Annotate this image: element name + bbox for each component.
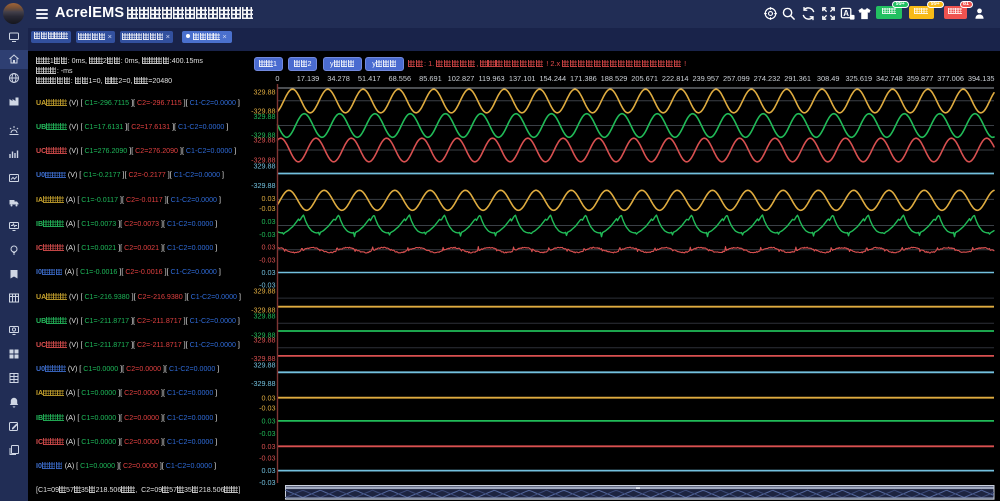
svg-text:-329.88: -329.88 [251,379,275,388]
svg-text:0.03: 0.03 [262,393,276,402]
svg-text:329.88: 329.88 [254,336,276,345]
svg-text:137.101: 137.101 [509,74,536,83]
svg-text:239.957: 239.957 [692,74,719,83]
svg-text:0.03: 0.03 [262,243,276,252]
svg-text:0.03: 0.03 [262,194,276,203]
svg-text:274.232: 274.232 [754,74,781,83]
svg-text:-0.03: -0.03 [259,204,275,213]
svg-text:171.386: 171.386 [570,74,597,83]
svg-text:359.877: 359.877 [907,74,934,83]
svg-text:-0.03: -0.03 [259,429,275,438]
svg-text:342.748: 342.748 [876,74,903,83]
svg-text:329.88: 329.88 [254,287,276,296]
svg-text:257.099: 257.099 [723,74,750,83]
svg-text:0.03: 0.03 [262,417,276,426]
svg-text:51.417: 51.417 [358,74,381,83]
svg-text:-329.88: -329.88 [251,181,275,190]
svg-text:154.244: 154.244 [539,74,566,83]
svg-text:-0.03: -0.03 [259,454,275,463]
svg-text:85.691: 85.691 [419,74,442,83]
svg-text:-0.03: -0.03 [259,404,275,413]
svg-text:-0.03: -0.03 [259,230,275,239]
svg-text:0.03: 0.03 [262,442,276,451]
svg-text:0.03: 0.03 [262,217,276,226]
svg-text:329.88: 329.88 [254,162,276,171]
svg-text:222.814: 222.814 [662,74,689,83]
svg-text:377.006: 377.006 [937,74,964,83]
svg-text:329.88: 329.88 [254,361,276,370]
svg-text:A: A [843,9,849,18]
svg-text:17.139: 17.139 [297,74,320,83]
svg-text:291.361: 291.361 [784,74,811,83]
svg-text:205.671: 205.671 [631,74,658,83]
svg-text:102.827: 102.827 [448,74,475,83]
svg-text:68.556: 68.556 [388,74,411,83]
svg-text:0.03: 0.03 [262,466,276,475]
svg-text:34.278: 34.278 [327,74,350,83]
svg-text:0.03: 0.03 [262,268,276,277]
svg-text:329.88: 329.88 [254,312,276,321]
svg-text:329.88: 329.88 [254,88,276,97]
svg-text:329.88: 329.88 [254,112,276,121]
svg-text:-0.03: -0.03 [259,478,275,487]
svg-text:394.135: 394.135 [968,74,995,83]
svg-text:0: 0 [275,74,279,83]
svg-text:325.619: 325.619 [845,74,872,83]
svg-text:329.88: 329.88 [254,136,276,145]
svg-text:188.529: 188.529 [601,74,628,83]
svg-text:119.963: 119.963 [479,74,505,83]
svg-text:-0.03: -0.03 [259,255,275,264]
svg-text:308.49: 308.49 [817,74,840,83]
